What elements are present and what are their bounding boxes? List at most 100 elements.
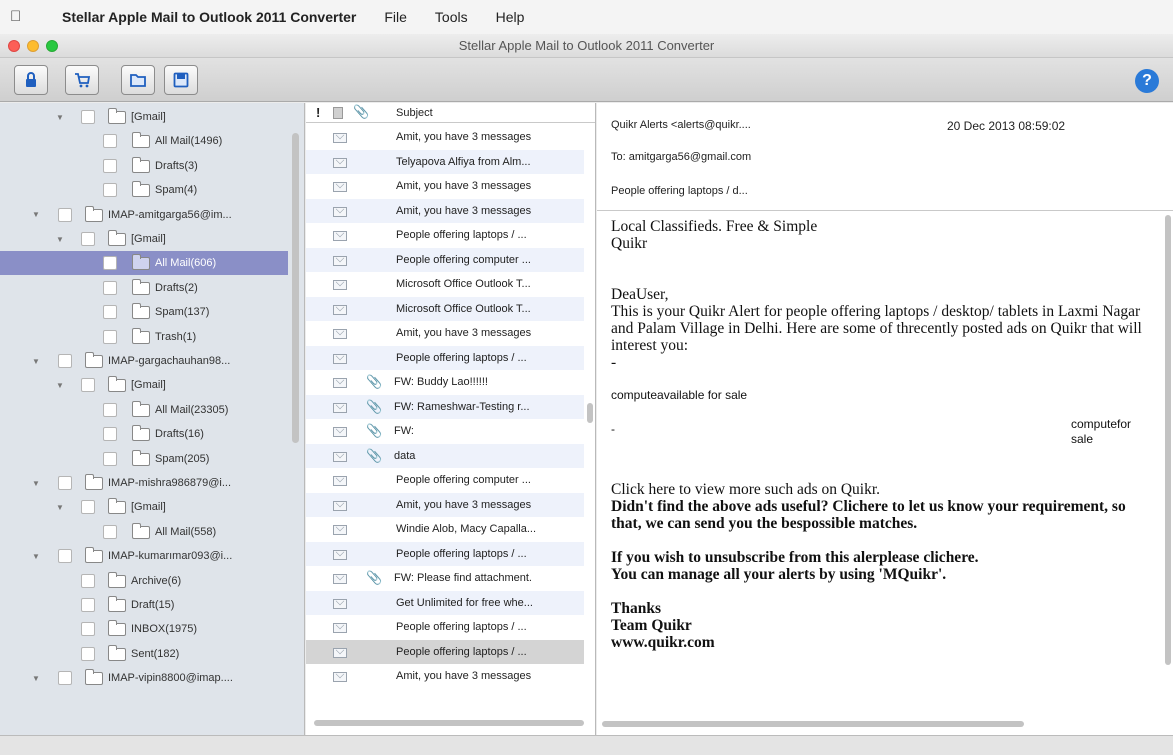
folder-tree-item[interactable]: ▼ IMAP-kumarımar093@i... [0,544,288,568]
folder-checkbox[interactable] [103,256,117,271]
folder-tree-item[interactable]: ▼ [Gmail] [0,105,288,129]
message-row[interactable]: Amit, you have 3 messages [306,321,584,346]
folder-tree-item[interactable]: Drafts(3) [0,154,288,178]
folder-checkbox[interactable] [103,134,117,149]
message-row[interactable]: Windie Alob, Macy Capalla... [306,517,584,542]
folder-checkbox[interactable] [103,451,117,466]
folder-tree-item[interactable]: Trash(1) [0,325,288,349]
message-row[interactable]: Amit, you have 3 messages [306,198,584,223]
folder-checkbox[interactable] [58,476,72,490]
folder-checkbox[interactable] [81,573,95,588]
list-horizontal-scrollbar[interactable] [314,720,584,726]
folder-checkbox[interactable] [81,378,95,393]
folder-tree-item[interactable]: ▼ [Gmail] [0,373,288,397]
folder-checkbox[interactable] [103,280,117,295]
message-row[interactable]: People offering laptops / ... [306,345,584,370]
folder-checkbox[interactable] [103,183,117,198]
message-row[interactable]: People offering computer ... [306,247,584,272]
message-row[interactable]: 📎 FW: Please find attachment. [306,566,584,591]
message-row[interactable]: 📎 FW: [306,419,584,444]
disclosure-triangle-icon[interactable]: ▼ [55,503,65,512]
attachment-column-icon[interactable]: 📎 [353,104,369,120]
folder-checkbox[interactable] [103,524,117,539]
disclosure-triangle-icon[interactable]: ▼ [31,210,41,219]
folder-checkbox[interactable] [103,427,117,442]
message-row[interactable]: Get Unlimited for free whe... [306,590,584,615]
message-row[interactable]: 📎 data [306,443,584,468]
folder-tree-item[interactable]: ▼ IMAP-vipin8800@imap.... [0,666,288,690]
folder-checkbox[interactable] [81,622,95,637]
lock-button[interactable] [14,65,48,95]
folder-checkbox[interactable] [103,402,117,417]
message-row[interactable]: 📎 FW: Buddy Lao!!!!!! [306,370,584,395]
disclosure-triangle-icon[interactable]: ▼ [55,113,65,122]
message-row[interactable]: Amit, you have 3 messages [306,125,584,150]
folder-tree-item[interactable]: ▼ IMAP-gargachauhan98... [0,349,288,373]
apple-icon[interactable]:  [10,8,26,26]
folder-tree-item[interactable]: All Mail(558) [0,520,288,544]
message-row[interactable]: People offering laptops / ... [306,615,584,640]
menu-tools[interactable]: Tools [435,9,468,25]
ad-item[interactable]: computeavailable for sale [611,387,1159,404]
folder-tree-item[interactable]: Spam(4) [0,178,288,202]
buy-button[interactable] [65,65,99,95]
folder-tree-item[interactable]: All Mail(23305) [0,398,288,422]
disclosure-triangle-icon[interactable]: ▼ [31,674,41,683]
read-status-icon[interactable] [333,107,343,119]
folder-checkbox[interactable] [81,110,95,124]
view-more-link[interactable]: Click here to view more such ads on Quik… [611,481,1159,498]
folder-tree-item[interactable]: All Mail(1496) [0,129,288,153]
folder-tree-item[interactable]: ▼ IMAP-amitgarga56@im... [0,203,288,227]
folder-checkbox[interactable] [103,158,117,173]
message-row[interactable]: Amit, you have 3 messages [306,174,584,199]
folder-checkbox[interactable] [58,207,72,222]
folder-tree-item[interactable]: Draft(15) [0,593,288,617]
folder-checkbox[interactable] [81,232,95,246]
folder-tree-item[interactable]: INBOX(1975) [0,617,288,641]
folder-tree-item[interactable]: Drafts(16) [0,422,288,446]
message-row[interactable]: People offering computer ... [306,468,584,493]
folder-tree-item[interactable]: Drafts(2) [0,276,288,300]
preview-vertical-scrollbar[interactable] [1165,215,1171,665]
folder-checkbox[interactable] [58,354,72,368]
folder-checkbox[interactable] [81,500,95,515]
disclosure-triangle-icon[interactable]: ▼ [31,357,41,366]
folder-checkbox[interactable] [58,549,72,564]
disclosure-triangle-icon[interactable]: ▼ [55,235,65,244]
tree-vertical-scrollbar[interactable] [292,133,299,443]
open-button[interactable] [121,65,155,95]
message-row[interactable]: People offering laptops / ... [306,541,584,566]
disclosure-triangle-icon[interactable]: ▼ [31,479,41,488]
message-row[interactable]: 📎 FW: Rameshwar-Testing r... [306,394,584,419]
message-row[interactable]: Amit, you have 3 messages [306,492,584,517]
flag-column-header[interactable]: ! [316,105,320,120]
disclosure-triangle-icon[interactable]: ▼ [31,552,41,561]
menu-file[interactable]: File [384,9,407,25]
folder-tree-item[interactable]: Archive(6) [0,569,288,593]
message-row[interactable]: Amit, you have 3 messages [306,664,584,689]
folder-tree-item[interactable]: Spam(205) [0,447,288,471]
list-vertical-scrollbar[interactable] [587,403,593,423]
folder-tree-item[interactable]: Spam(137) [0,300,288,324]
save-button[interactable] [164,65,198,95]
folder-checkbox[interactable] [81,646,95,661]
ad-item[interactable]: computefor sale [1071,417,1131,447]
menu-help[interactable]: Help [496,9,525,25]
help-button[interactable]: ? [1135,69,1159,93]
folder-tree-item[interactable]: Sent(182) [0,642,288,666]
folder-checkbox[interactable] [81,598,95,612]
message-row[interactable]: Microsoft Office Outlook T... [306,272,584,297]
menu-app-name[interactable]: Stellar Apple Mail to Outlook 2011 Conve… [62,9,356,25]
folder-checkbox[interactable] [103,305,117,320]
message-row[interactable]: People offering laptops / ... [306,639,584,664]
folder-tree-item[interactable]: ▼ IMAP-mishra986879@i... [0,471,288,495]
folder-tree-item[interactable]: ▼ [Gmail] [0,495,288,519]
subject-column-header[interactable]: Subject [396,107,433,119]
folder-tree-item[interactable]: All Mail(606) [0,251,288,276]
message-row[interactable]: People offering laptops / ... [306,223,584,248]
folder-checkbox[interactable] [103,329,117,344]
folder-tree-item[interactable]: ▼ [Gmail] [0,227,288,251]
message-row[interactable]: Microsoft Office Outlook T... [306,296,584,321]
preview-horizontal-scrollbar[interactable] [602,721,1024,727]
disclosure-triangle-icon[interactable]: ▼ [55,381,65,390]
